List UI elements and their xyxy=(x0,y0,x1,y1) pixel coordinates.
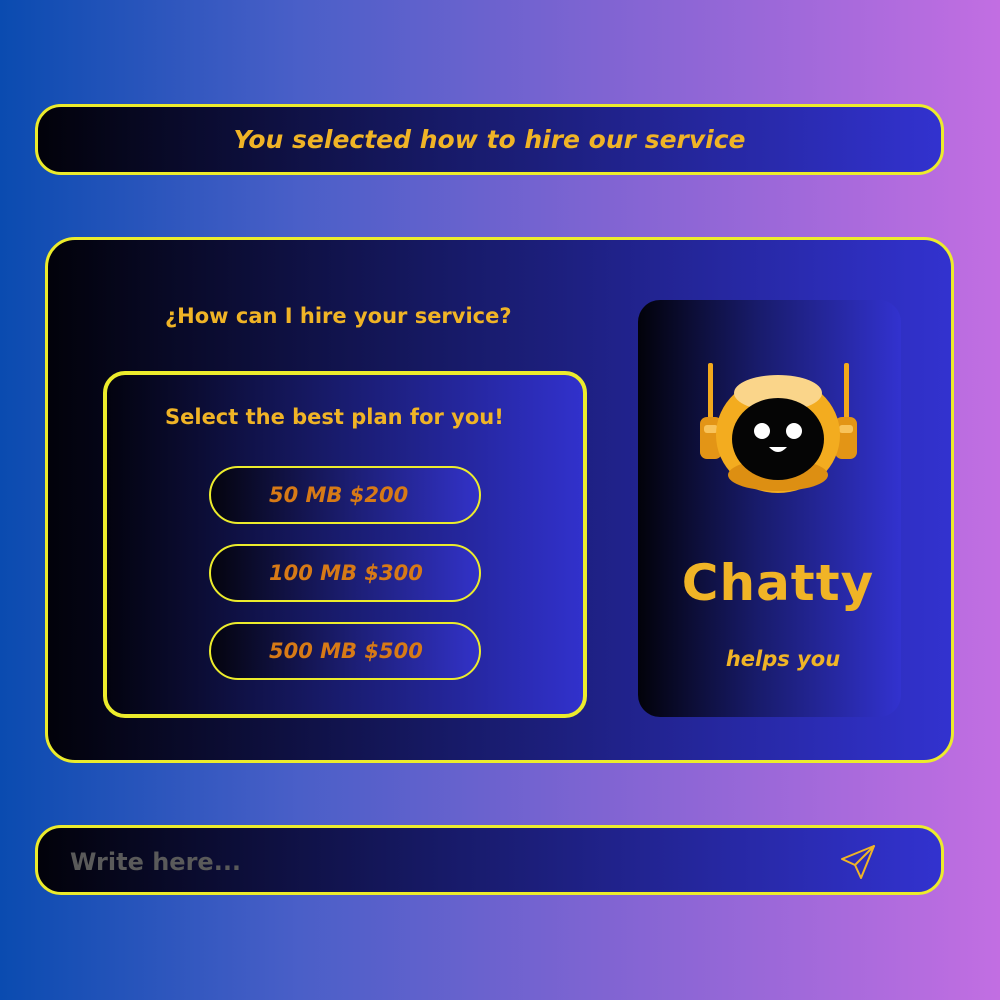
plan-option-label: 500 MB $500 xyxy=(269,639,423,663)
plan-selector-title: Select the best plan for you! xyxy=(165,405,504,429)
plan-option-label: 100 MB $300 xyxy=(269,561,423,585)
assistant-card: Chatty helps you xyxy=(638,300,901,717)
assistant-subtitle: helps you xyxy=(725,647,841,671)
send-icon xyxy=(841,845,875,879)
plan-option-label: 50 MB $200 xyxy=(269,483,409,507)
selection-banner: You selected how to hire our service xyxy=(35,104,944,175)
plan-option-100mb-button[interactable]: 100 MB $300 xyxy=(209,544,481,602)
send-button[interactable] xyxy=(838,842,878,882)
assistant-name: Chatty xyxy=(681,554,875,612)
chat-card: ¿How can I hire your service? Select the… xyxy=(45,237,954,763)
message-input[interactable] xyxy=(68,836,812,888)
robot-icon xyxy=(700,363,857,493)
plan-option-500mb-button[interactable]: 500 MB $500 xyxy=(209,622,481,680)
selection-banner-text: You selected how to hire our service xyxy=(233,125,746,154)
plan-option-50mb-button[interactable]: 50 MB $200 xyxy=(209,466,481,524)
plan-selector: Select the best plan for you! 50 MB $200… xyxy=(103,371,587,718)
user-question: ¿How can I hire your service? xyxy=(165,304,512,328)
message-composer xyxy=(35,825,944,895)
